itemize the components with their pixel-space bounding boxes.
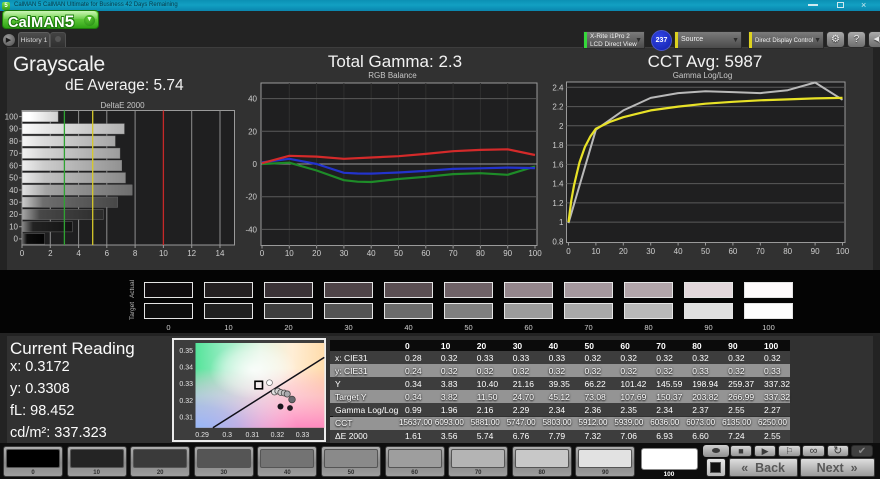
- svg-text:0.3: 0.3: [222, 432, 232, 439]
- svg-text:0.32: 0.32: [271, 432, 285, 439]
- svg-text:0.32: 0.32: [179, 398, 193, 405]
- svg-text:0.31: 0.31: [179, 415, 193, 422]
- svg-text:0.33: 0.33: [179, 381, 193, 388]
- svg-text:0.34: 0.34: [179, 365, 193, 372]
- svg-text:0.35: 0.35: [179, 348, 193, 355]
- svg-text:0.31: 0.31: [245, 432, 259, 439]
- svg-text:0.29: 0.29: [195, 432, 209, 439]
- svg-text:0.33: 0.33: [296, 432, 310, 439]
